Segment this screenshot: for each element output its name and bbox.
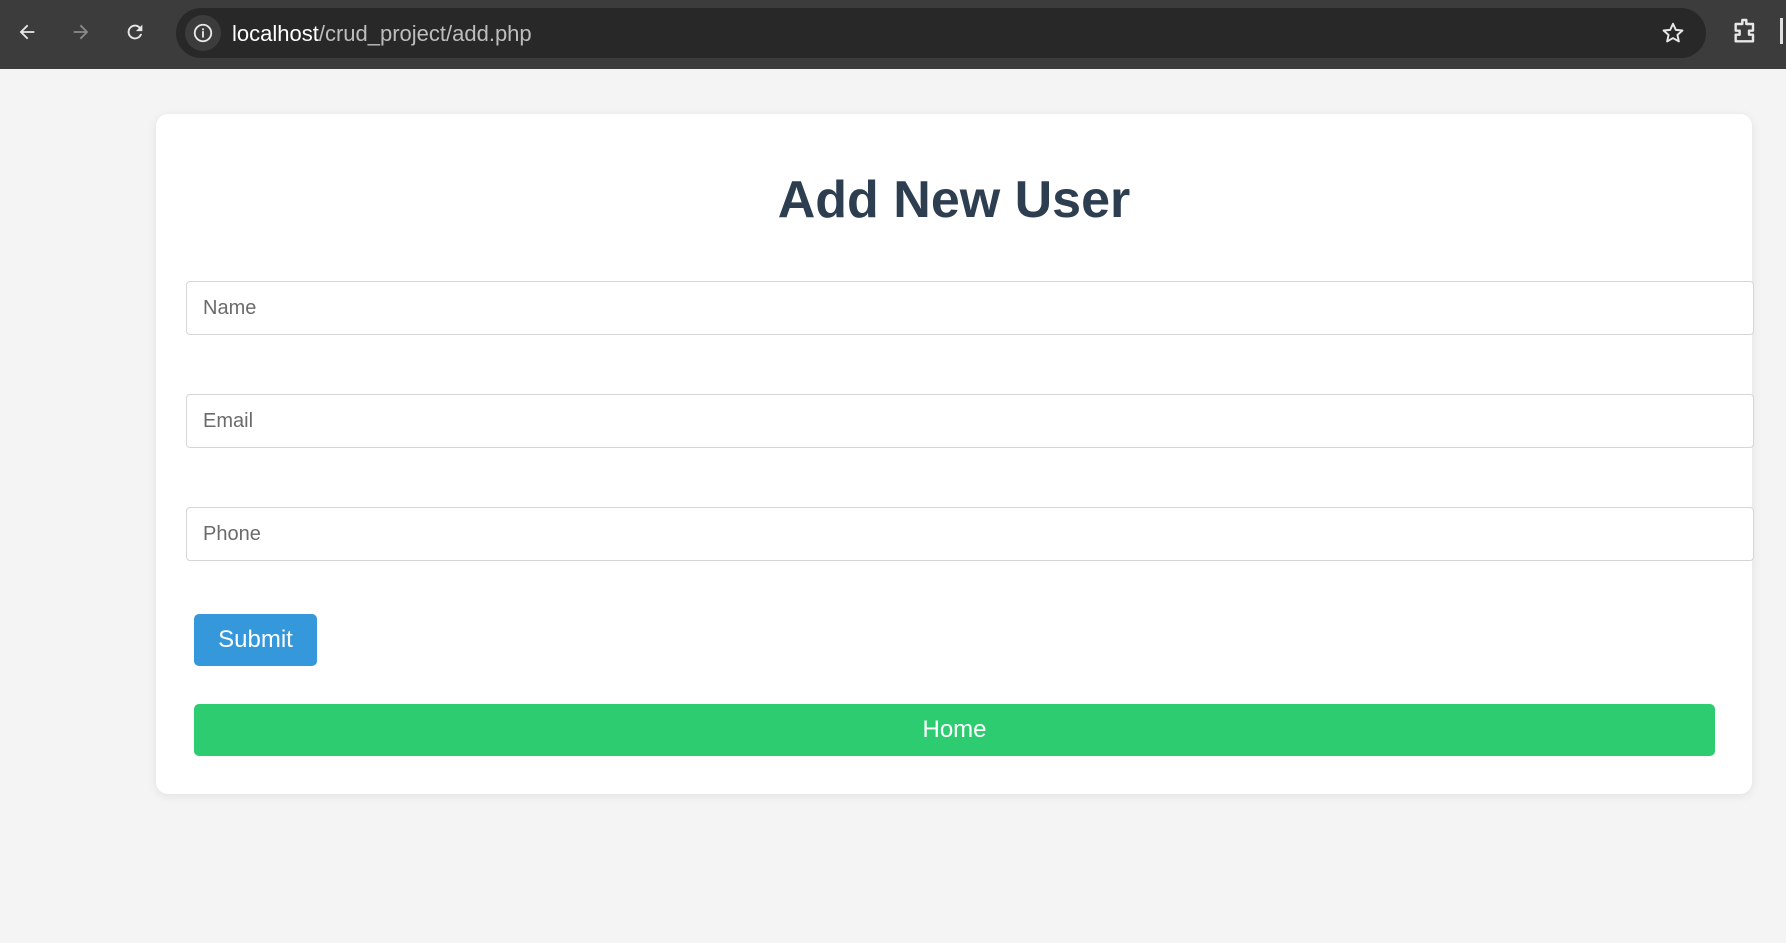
forward-button[interactable]: [63, 14, 99, 50]
reload-icon: [127, 24, 143, 40]
toolbar-edge: [1780, 18, 1783, 44]
phone-input[interactable]: [186, 507, 1754, 561]
browser-toolbar: localhost/crud_project/add.php: [0, 0, 1786, 69]
submit-button[interactable]: Submit: [194, 614, 317, 666]
email-input[interactable]: [186, 394, 1754, 448]
forward-arrow-icon: [73, 24, 89, 40]
home-button[interactable]: Home: [194, 704, 1715, 756]
url-path: /crud_project/add.php: [318, 21, 532, 46]
extensions-icon[interactable]: [1729, 16, 1761, 48]
address-bar[interactable]: localhost/crud_project/add.php: [176, 8, 1706, 58]
back-button[interactable]: [9, 14, 45, 50]
page-title: Add New User: [777, 171, 1131, 229]
back-arrow-icon: [19, 24, 35, 40]
url-text[interactable]: localhost/crud_project/add.php: [232, 21, 532, 47]
reload-button[interactable]: [117, 14, 153, 50]
star-icon[interactable]: [1660, 20, 1686, 46]
add-user-card: Add New User Submit Home: [156, 114, 1754, 794]
info-icon[interactable]: [185, 15, 221, 51]
name-input[interactable]: [186, 281, 1754, 335]
url-host: localhost: [232, 21, 319, 46]
